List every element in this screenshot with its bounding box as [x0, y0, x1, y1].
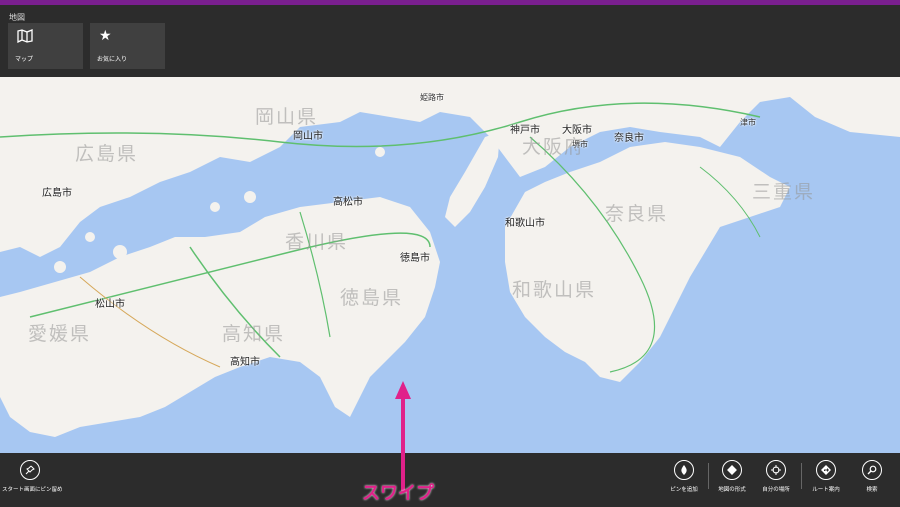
city-label: 奈良市 — [614, 133, 644, 144]
star-icon: ★ — [99, 28, 112, 44]
map-style-button[interactable]: 地図の形式 — [712, 460, 752, 493]
city-label: 松山市 — [95, 299, 125, 310]
pin-to-start-button[interactable]: スタート画面にピン留め — [2, 460, 63, 493]
pref-label-hiroshima: 広島県 — [75, 143, 139, 165]
search-button[interactable]: 検索 — [852, 460, 892, 493]
search-icon — [862, 460, 882, 480]
add-pin-button[interactable]: ピンを追加 — [664, 460, 704, 493]
swipe-annotation-label: スワイプ — [362, 483, 434, 504]
city-label: 姫路市 — [420, 93, 444, 102]
favorites-tile-label: お気に入り — [97, 56, 128, 63]
top-app-bar: 地図 マップ ★ お気に入り — [0, 5, 900, 77]
my-location-label: 自分の場所 — [762, 487, 790, 493]
app-title: 地図 — [9, 13, 25, 22]
city-label: 高松市 — [333, 197, 363, 208]
city-label: 神戸市 — [510, 125, 540, 136]
drop-pin-icon — [674, 460, 694, 480]
add-pin-label: ピンを追加 — [670, 487, 698, 493]
city-label: 徳島市 — [400, 253, 430, 264]
pref-label-kochi: 高知県 — [222, 323, 286, 345]
city-label: 和歌山市 — [505, 218, 545, 229]
pref-label-kagawa: 香川県 — [285, 231, 349, 253]
map-style-icon — [722, 460, 742, 480]
city-label: 岡山市 — [293, 131, 323, 142]
button-separator — [708, 463, 709, 489]
directions-label: ルート案内 — [812, 487, 840, 493]
pref-label-ehime: 愛媛県 — [28, 323, 92, 345]
city-label: 堺市 — [572, 140, 588, 149]
swipe-up-arrow-icon — [395, 381, 411, 491]
city-label: 広島市 — [42, 188, 72, 199]
city-label: 津市 — [740, 118, 756, 127]
favorites-nav-tile[interactable]: ★ お気に入り — [90, 23, 165, 69]
map-icon — [17, 29, 33, 46]
pref-label-wakayama: 和歌山県 — [512, 279, 597, 301]
city-label: 高知市 — [230, 357, 260, 368]
pref-label-mie: 三重県 — [752, 181, 816, 203]
directions-button[interactable]: ルート案内 — [806, 460, 846, 493]
map-canvas — [0, 77, 900, 437]
directions-icon — [816, 460, 836, 480]
button-separator — [801, 463, 802, 489]
pin-icon — [20, 460, 40, 480]
city-label: 大阪市 — [562, 125, 592, 136]
pref-label-tokushima: 徳島県 — [340, 287, 404, 309]
search-label: 検索 — [866, 487, 878, 493]
map-view[interactable]: 岡山県 広島県 香川県 徳島県 愛媛県 高知県 大阪府 奈良県 和歌山県 三重県… — [0, 77, 900, 453]
map-nav-tile[interactable]: マップ — [8, 23, 83, 69]
bottom-app-bar: スタート画面にピン留め ピンを追加 地図の形式 自分の場所 ルート案内 検索 — [0, 453, 900, 507]
pref-label-nara: 奈良県 — [605, 203, 669, 225]
pref-label-okayama: 岡山県 — [255, 106, 319, 128]
pin-to-start-label: スタート画面にピン留め — [2, 487, 63, 493]
my-location-button[interactable]: 自分の場所 — [756, 460, 796, 493]
map-style-label: 地図の形式 — [718, 487, 746, 493]
map-tile-label: マップ — [15, 56, 34, 63]
my-location-icon — [766, 460, 786, 480]
